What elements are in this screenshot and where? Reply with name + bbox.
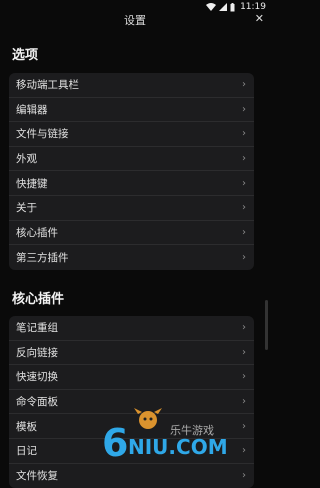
watermark-cn: 乐牛游戏 bbox=[170, 423, 214, 437]
item-label: 日记 bbox=[16, 445, 37, 458]
section-title-core-plugins: 核心插件 bbox=[12, 292, 65, 307]
item-label: 文件恢复 bbox=[16, 470, 58, 483]
settings-item-files-links[interactable]: 文件与链接 › bbox=[9, 122, 254, 147]
item-label: 快速切换 bbox=[16, 371, 58, 384]
chevron-right-icon: › bbox=[242, 322, 246, 334]
item-label: 移动端工具栏 bbox=[16, 79, 79, 92]
item-label: 关于 bbox=[16, 202, 37, 215]
page-title: 设置 bbox=[124, 14, 146, 27]
settings-item-core-plugins[interactable]: 核心插件 › bbox=[9, 221, 254, 246]
item-label: 核心插件 bbox=[16, 226, 58, 239]
item-label: 快捷键 bbox=[16, 177, 48, 190]
chevron-right-icon: › bbox=[242, 346, 246, 358]
settings-header: 设置 ✕ bbox=[0, 8, 270, 30]
item-label: 命令面板 bbox=[16, 396, 58, 409]
chevron-right-icon: › bbox=[242, 226, 246, 238]
options-group: 移动端工具栏 › 编辑器 › 文件与链接 › 外观 › 快捷键 › 关于 › 核心插件 › 第… bbox=[9, 73, 254, 270]
settings-item-hotkeys[interactable]: 快捷键 › bbox=[9, 171, 254, 196]
close-button[interactable]: ✕ bbox=[255, 12, 264, 25]
scrollbar[interactable] bbox=[265, 300, 268, 350]
chevron-right-icon: › bbox=[242, 153, 246, 165]
item-label: 文件与链接 bbox=[16, 128, 69, 141]
plugin-item-backlinks[interactable]: 反向链接 › bbox=[9, 341, 254, 366]
item-label: 反向链接 bbox=[16, 346, 58, 359]
site-watermark-logo: 6 NIU.COM 乐牛游戏 bbox=[102, 408, 228, 464]
chevron-right-icon: › bbox=[242, 79, 246, 91]
section-title-options: 选项 bbox=[12, 48, 39, 63]
settings-item-mobile-toolbar[interactable]: 移动端工具栏 › bbox=[9, 73, 254, 98]
watermark-text: NIU.COM bbox=[128, 435, 228, 459]
chevron-right-icon: › bbox=[242, 202, 246, 214]
item-label: 外观 bbox=[16, 153, 37, 166]
chevron-right-icon: › bbox=[242, 251, 246, 263]
settings-item-third-party-plugins[interactable]: 第三方插件 › bbox=[9, 245, 254, 270]
item-label: 编辑器 bbox=[16, 103, 48, 116]
plugin-item-quick-switcher[interactable]: 快速切换 › bbox=[9, 365, 254, 390]
item-label: 笔记重组 bbox=[16, 322, 58, 335]
settings-item-appearance[interactable]: 外观 › bbox=[9, 147, 254, 172]
chevron-right-icon: › bbox=[242, 128, 246, 140]
settings-item-about[interactable]: 关于 › bbox=[9, 196, 254, 221]
item-label: 模板 bbox=[16, 420, 37, 433]
plugin-item-note-composer[interactable]: 笔记重组 › bbox=[9, 316, 254, 341]
chevron-right-icon: › bbox=[242, 103, 246, 115]
chevron-right-icon: › bbox=[242, 177, 246, 189]
plugin-item-file-recovery[interactable]: 文件恢复 › bbox=[9, 464, 254, 488]
settings-item-editor[interactable]: 编辑器 › bbox=[9, 98, 254, 123]
chevron-right-icon: › bbox=[242, 371, 246, 383]
watermark-number: 6 bbox=[102, 421, 128, 464]
item-label: 第三方插件 bbox=[16, 251, 69, 264]
